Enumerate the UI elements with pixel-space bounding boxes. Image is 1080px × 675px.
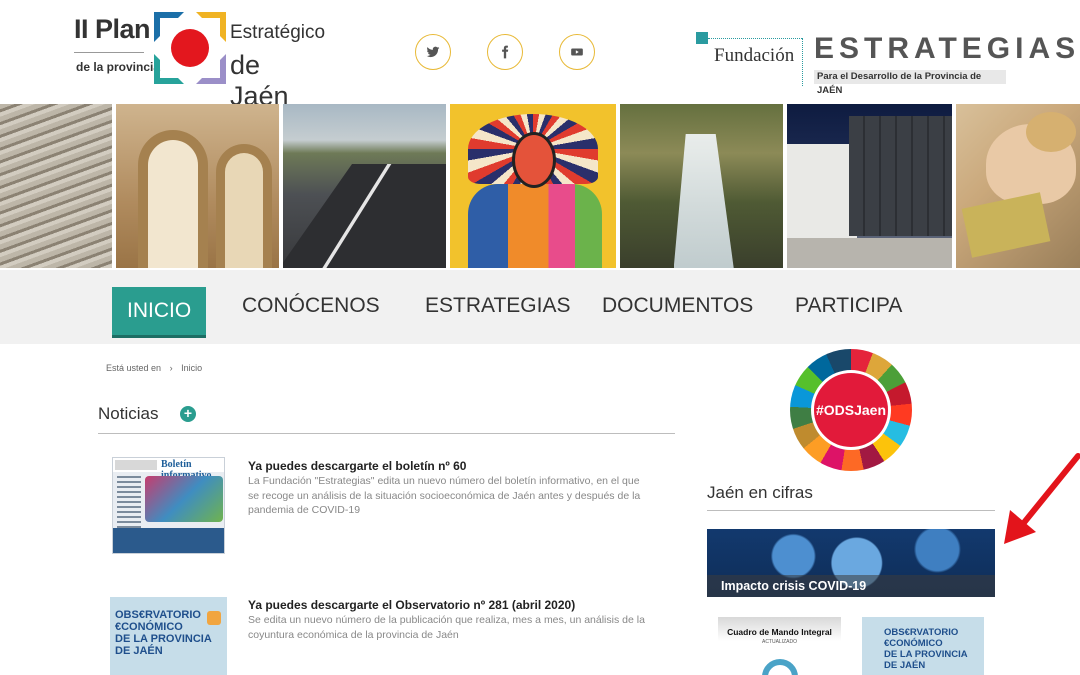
add-news-button[interactable]: +: [180, 406, 196, 422]
cuadro-mando-subtitle: ACTUALIZADO: [761, 639, 797, 645]
banner-photo-painting: [450, 104, 616, 268]
news-thumbnail-boletin[interactable]: Boletín informativo: [112, 457, 225, 554]
site-header: II Plan de la provincia Estratégico de J…: [0, 0, 1080, 111]
twitter-button[interactable]: [415, 34, 451, 70]
breadcrumb-separator: ›: [169, 363, 173, 373]
logo-text-fundacion: Fundación: [714, 45, 795, 66]
banner-photo-highway: [282, 104, 447, 268]
twitter-icon: [426, 46, 440, 58]
news-thumbnail-observatorio[interactable]: OBS€RVATORIO €CONÓMICO DE LA PROVINCIA D…: [110, 597, 227, 675]
nav-item-inicio[interactable]: INICIO: [112, 287, 207, 335]
breadcrumb: Está usted en › Inicio: [106, 363, 208, 373]
nav-item-estrategias[interactable]: ESTRATEGIAS: [425, 286, 570, 326]
main-nav: INICIO CONÓCENOS ESTRATEGIAS DOCUMENTOS …: [0, 270, 1080, 344]
logo-rule: [74, 52, 144, 53]
ods-jaen-badge[interactable]: #ODSJaen: [790, 349, 912, 471]
red-arrow-icon: [1004, 453, 1080, 544]
banner-photo-woman: [956, 104, 1080, 268]
logo-text-estrategico: Estratégico: [230, 22, 326, 43]
news-title-observatorio[interactable]: Ya puedes descargarte el Observatorio nº…: [248, 598, 575, 612]
hero-banner: [0, 104, 1080, 268]
logo-text-provincia: de la provincia: [76, 60, 161, 74]
youtube-icon: [571, 48, 583, 56]
logo-text-estrategias: ESTRATEGIAS: [814, 32, 1080, 65]
covid-impact-banner[interactable]: Impacto crisis COVID-19: [707, 529, 995, 597]
cuadro-mando-title: Cuadro de Mando Integral: [727, 627, 832, 637]
banner-photo-mosaic-floor: [0, 104, 112, 268]
observatorio-logo-icon: [207, 611, 221, 625]
sidebar-divider: [707, 510, 995, 511]
news-title-boletin[interactable]: Ya puedes descargarte el boletín nº 60: [248, 459, 466, 473]
logo-text-plan: II Plan: [74, 14, 151, 44]
news-body-observatorio: Se edita un nuevo número de la publicaci…: [248, 614, 645, 641]
facebook-icon: [502, 45, 509, 59]
nav-item-documentos[interactable]: DOCUMENTOS: [602, 286, 753, 326]
news-heading: Noticias: [98, 404, 159, 423]
banner-photo-arches: [115, 104, 279, 268]
news-body-boletin: La Fundación "Estrategias" edita un nuev…: [248, 475, 641, 516]
news-divider: [98, 433, 675, 434]
logo-text-subtitle: Para el Desarrollo de la Provincia de JA…: [814, 70, 1006, 96]
covid-impact-caption: Impacto crisis COVID-19: [707, 575, 995, 597]
logo-text-jaen: de Jaén: [230, 50, 289, 111]
donut-chart-icon: [762, 659, 798, 675]
banner-photo-waterfall: [619, 104, 784, 268]
cuadro-mando-card[interactable]: Cuadro de Mando Integral ACTUALIZADO: [718, 617, 841, 675]
logo-square: [696, 32, 708, 44]
fundacion-estrategias-logo[interactable]: Fundación ESTRATEGIAS Para el Desarrollo…: [694, 30, 1075, 96]
nav-item-participa[interactable]: PARTICIPA: [795, 286, 902, 326]
breadcrumb-prefix: Está usted en: [106, 363, 162, 373]
plan-emblem-icon: [154, 12, 226, 84]
jaen-en-cifras-heading: Jaén en cifras: [707, 483, 813, 502]
facebook-button[interactable]: [487, 34, 523, 70]
plan-estrategico-logo[interactable]: II Plan de la provincia Estratégico de J…: [74, 12, 325, 111]
observatorio-card[interactable]: OBS€RVATORIO €CONÓMICO DE LA PROVINCIA D…: [862, 617, 984, 675]
youtube-button[interactable]: [559, 34, 595, 70]
ods-jaen-label: #ODSJaen: [811, 370, 891, 450]
banner-photo-building: [787, 104, 953, 268]
nav-item-conocenos[interactable]: CONÓCENOS: [242, 286, 380, 326]
breadcrumb-current[interactable]: Inicio: [181, 363, 202, 373]
